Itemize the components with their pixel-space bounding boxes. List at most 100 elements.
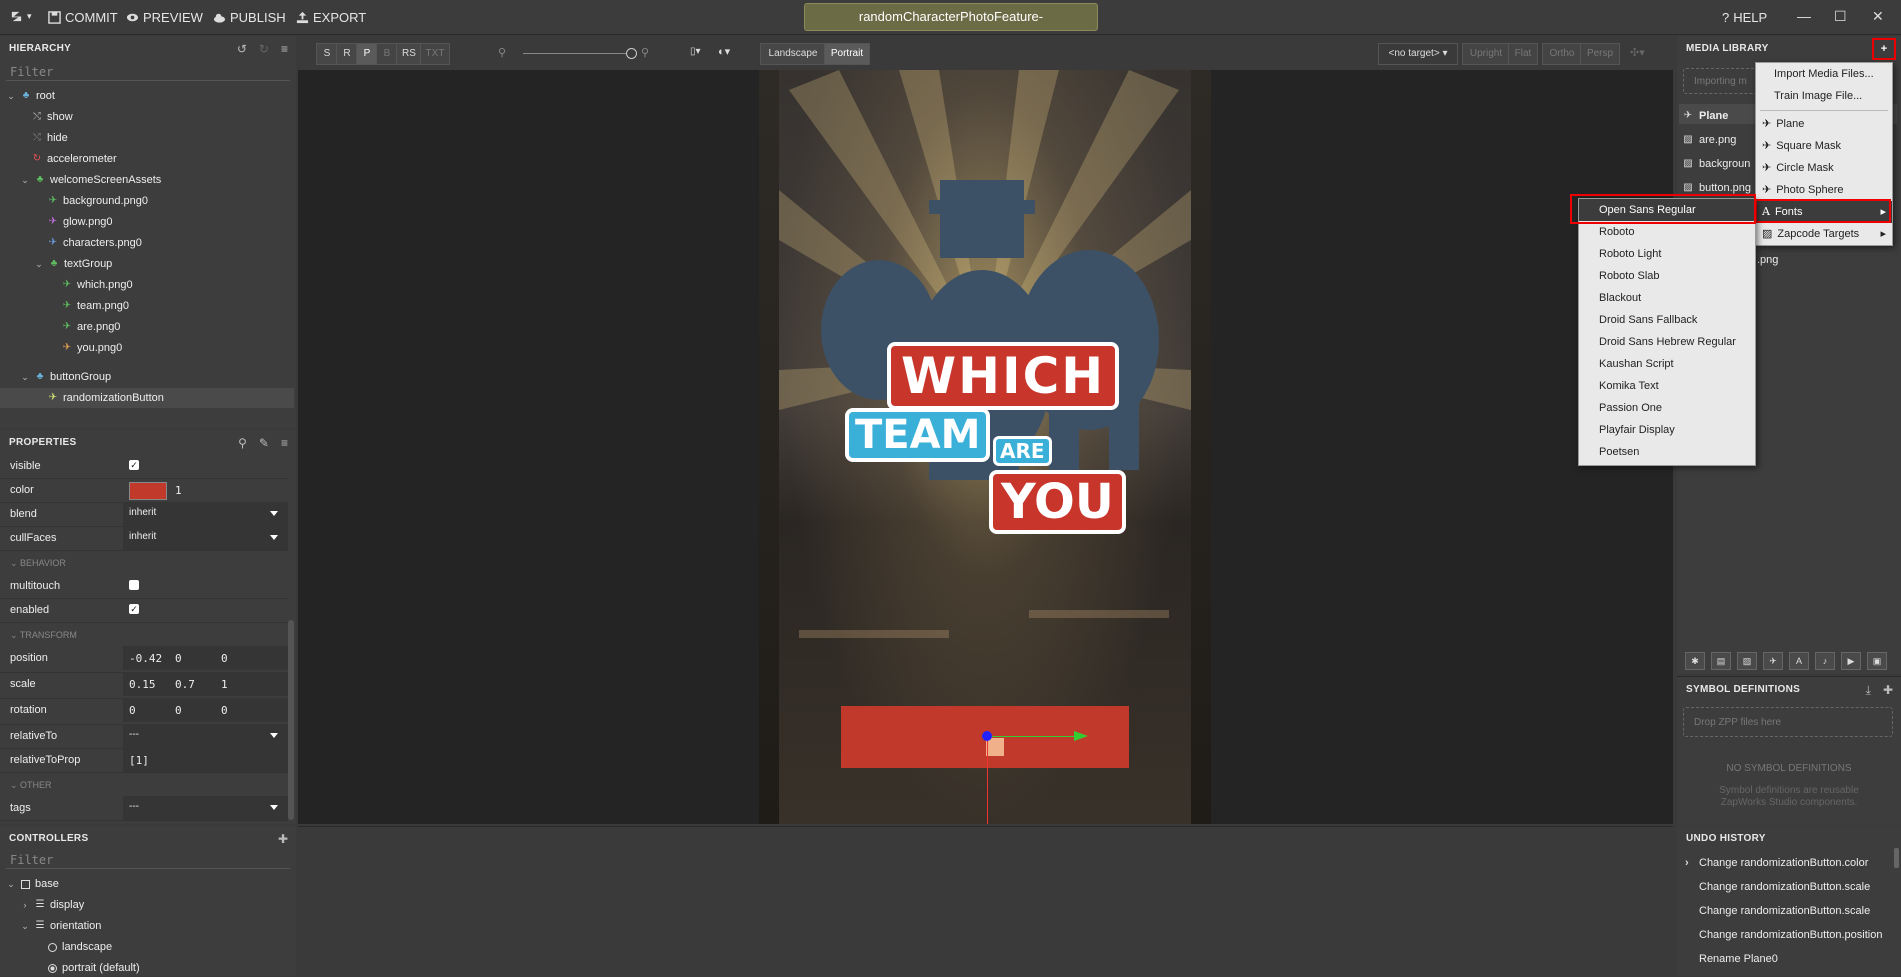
media-item-background[interactable]: ▨ backgroun: [1683, 154, 1750, 174]
font-roboto[interactable]: Roboto: [1579, 221, 1755, 243]
plane-icon[interactable]: ✈: [1763, 652, 1783, 670]
menu-square-mask[interactable]: ✈ Square Mask: [1756, 135, 1892, 157]
ortho-button[interactable]: Ortho: [1542, 43, 1582, 65]
mode-b-button[interactable]: B: [376, 43, 398, 65]
section-transform[interactable]: ⌄ TRANSFORM: [10, 630, 77, 641]
undo-scrollbar[interactable]: [1894, 848, 1899, 868]
relativetoprop-input[interactable]: [1]: [129, 754, 149, 767]
zpp-drop-zone[interactable]: Drop ZPP files here: [1683, 707, 1893, 737]
zoom-slider[interactable]: [523, 53, 633, 54]
commit-button[interactable]: COMMIT: [48, 10, 118, 25]
menu-train-image[interactable]: Train Image File...: [1756, 85, 1892, 107]
tree-item-accelerometer[interactable]: ↻ accelerometer: [32, 149, 117, 169]
font-droid-sans-hebrew[interactable]: Droid Sans Hebrew Regular: [1579, 331, 1755, 353]
maximize-button[interactable]: ☐: [1834, 8, 1847, 25]
relativeto-select[interactable]: ---: [123, 724, 288, 748]
tree-item-are[interactable]: ✈ are.png0: [62, 317, 121, 337]
media-item-png[interactable]: .png: [1757, 250, 1778, 270]
zoom-out-icon[interactable]: ⚲: [498, 46, 506, 59]
audio-icon[interactable]: ♪: [1815, 652, 1835, 670]
properties-scrollbar[interactable]: [288, 620, 294, 820]
image-icon[interactable]: ▨: [1737, 652, 1757, 670]
menu-plane[interactable]: ✈ Plane: [1756, 113, 1892, 135]
tree-item-buttongroup[interactable]: ⌄ ♣ buttonGroup: [20, 367, 111, 387]
tree-item-hide[interactable]: ⤭ hide: [32, 128, 68, 148]
controller-orientation[interactable]: ⌄ ☰ orientation: [20, 916, 101, 936]
enabled-checkbox[interactable]: ✓: [129, 604, 139, 614]
tree-item-randomizationbutton[interactable]: ✈ randomizationButton: [0, 388, 294, 408]
font-open-sans-regular[interactable]: Open Sans Regular: [1579, 199, 1755, 221]
radio-selected-icon[interactable]: [48, 964, 57, 973]
position-x-input[interactable]: -0.42: [129, 652, 162, 665]
position-z-input[interactable]: 0: [221, 652, 228, 665]
tree-item-show[interactable]: ⤭ show: [32, 107, 73, 127]
file-icon[interactable]: ▤: [1711, 652, 1731, 670]
rotation-x-input[interactable]: 0: [129, 704, 136, 717]
tree-item-background[interactable]: ✈ background.png0: [48, 191, 148, 211]
zoom-slider-handle[interactable]: [626, 48, 637, 59]
mode-p-button[interactable]: P: [356, 43, 378, 65]
search-icon[interactable]: ⚲: [238, 436, 247, 450]
font-droid-sans-fallback[interactable]: Droid Sans Fallback: [1579, 309, 1755, 331]
scale-y-input[interactable]: 0.7: [175, 678, 195, 691]
gizmo-origin-handle[interactable]: [982, 731, 992, 741]
chevron-down-icon[interactable]: ⌄: [20, 916, 30, 936]
cullfaces-select[interactable]: inherit: [123, 526, 288, 550]
flat-button[interactable]: Flat: [1508, 43, 1538, 65]
you-graphic[interactable]: YOU: [989, 470, 1126, 534]
radio-icon[interactable]: [48, 942, 57, 952]
menu-photo-sphere[interactable]: ✈ Photo Sphere: [1756, 179, 1892, 201]
tree-item-which[interactable]: ✈ which.png0: [62, 275, 133, 295]
menu-circle-mask[interactable]: ✈ Circle Mask: [1756, 157, 1892, 179]
add-icon[interactable]: ✚: [278, 832, 288, 846]
tree-item-you[interactable]: ✈ you.png0: [62, 338, 122, 358]
persp-button[interactable]: Persp: [1580, 43, 1620, 65]
hierarchy-filter-input[interactable]: Filter: [6, 64, 290, 81]
tree-item-glow[interactable]: ✈ glow.png0: [48, 212, 113, 232]
undo-item[interactable]: Change randomizationButton.scale: [1699, 899, 1870, 923]
font-passion-one[interactable]: Passion One: [1579, 397, 1755, 419]
export-button[interactable]: EXPORT: [296, 10, 366, 25]
menu-icon[interactable]: ≡: [281, 436, 288, 450]
which-graphic[interactable]: WHICH: [887, 342, 1120, 410]
media-item-button[interactable]: ▨ button.png: [1683, 178, 1751, 198]
gizmo-x-axis[interactable]: [987, 736, 1077, 737]
portrait-button[interactable]: Portrait: [824, 43, 870, 65]
chevron-down-icon[interactable]: ⌄: [34, 254, 44, 274]
mode-rs-button[interactable]: RS: [396, 43, 422, 65]
font-icon[interactable]: A: [1789, 652, 1809, 670]
rotation-z-input[interactable]: 0: [221, 704, 228, 717]
menu-zapcode-targets[interactable]: ▨ Zapcode Targets ▸: [1756, 223, 1892, 245]
media-item-are[interactable]: ▨ are.png: [1683, 130, 1736, 150]
font-roboto-light[interactable]: Roboto Light: [1579, 243, 1755, 265]
upright-button[interactable]: Upright: [1462, 43, 1510, 65]
undo-item[interactable]: Change randomizationButton.position: [1699, 923, 1882, 947]
gizmo-y-axis[interactable]: [987, 737, 988, 824]
tree-item-team[interactable]: ✈ team.png0: [62, 296, 129, 316]
chevron-right-icon[interactable]: ›: [20, 895, 30, 915]
visible-checkbox[interactable]: ✓: [129, 460, 139, 470]
target-select[interactable]: <no target> ▾: [1378, 43, 1458, 65]
youtube-icon[interactable]: ▣: [1867, 652, 1887, 670]
axis-icon[interactable]: ✣▾: [1630, 46, 1645, 59]
publish-button[interactable]: PUBLISH: [213, 10, 286, 25]
blend-select[interactable]: inherit: [123, 502, 288, 526]
help-button[interactable]: ? HELP: [1722, 10, 1767, 25]
scale-z-input[interactable]: 1: [221, 678, 228, 691]
project-title-field[interactable]: randomCharacterPhotoFeature-: [804, 3, 1098, 31]
font-kaushan-script[interactable]: Kaushan Script: [1579, 353, 1755, 375]
device-select[interactable]: ▯▾: [690, 46, 701, 57]
color-alpha-value[interactable]: 1: [175, 484, 182, 497]
controllers-filter-input[interactable]: Filter: [6, 852, 290, 869]
controller-base[interactable]: ⌄ base: [6, 874, 59, 894]
font-blackout[interactable]: Blackout: [1579, 287, 1755, 309]
controller-landscape[interactable]: landscape: [48, 937, 112, 957]
section-behavior[interactable]: ⌄ BEHAVIOR: [10, 558, 66, 569]
preview-button[interactable]: PREVIEW: [126, 10, 203, 25]
edit-icon[interactable]: ✎: [259, 436, 269, 450]
font-komika-text[interactable]: Komika Text: [1579, 375, 1755, 397]
font-playfair-display[interactable]: Playfair Display: [1579, 419, 1755, 441]
media-item-plane[interactable]: ✈ Plane: [1683, 106, 1729, 126]
undo-item[interactable]: Change randomizationButton.scale: [1699, 875, 1870, 899]
tags-select[interactable]: ---: [123, 796, 288, 820]
